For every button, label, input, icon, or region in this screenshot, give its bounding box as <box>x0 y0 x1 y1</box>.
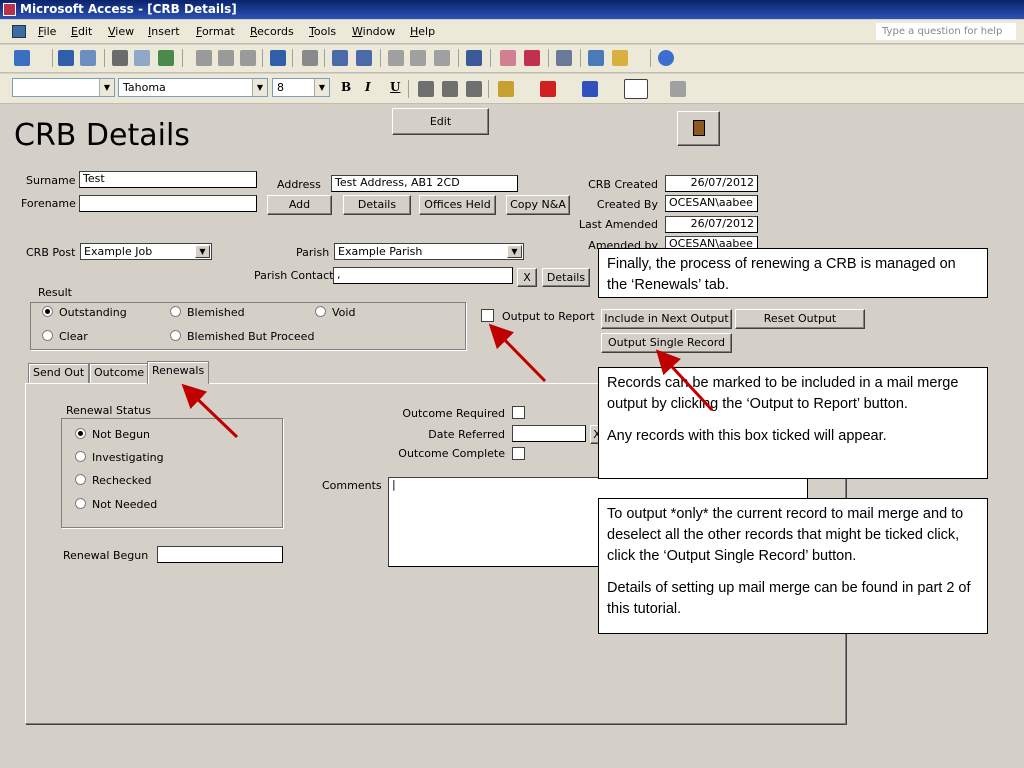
annotation-arrows <box>181 323 714 439</box>
arrow-to-single-record-button <box>655 349 714 412</box>
arrow-to-output-checkbox <box>488 323 547 383</box>
arrow-to-renewals-tab <box>181 383 239 439</box>
